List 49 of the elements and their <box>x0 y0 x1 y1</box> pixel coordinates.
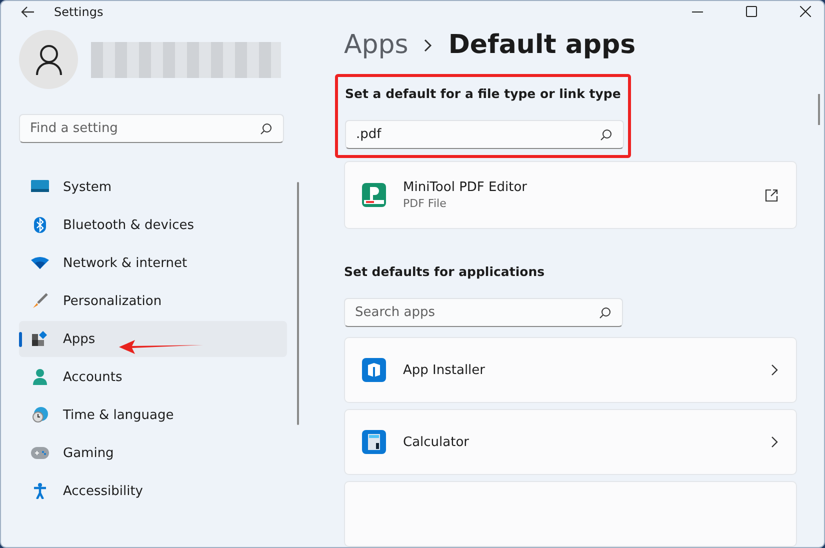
app-name: MiniTool PDF Editor <box>403 180 528 195</box>
globe-clock-icon <box>31 407 49 423</box>
bluetooth-icon <box>31 217 49 233</box>
app-name: App Installer <box>403 362 486 378</box>
sidebar-item[interactable]: System <box>19 169 287 205</box>
pdf-app-icon <box>362 183 386 207</box>
calculator-icon <box>362 430 386 454</box>
chevron-right-icon <box>771 436 778 448</box>
close-icon[interactable] <box>800 6 811 17</box>
search-icon <box>600 129 612 141</box>
minimize-icon[interactable] <box>692 10 703 12</box>
search-field[interactable]: Search apps <box>344 298 623 327</box>
sidebar-item[interactable]: Accessibility <box>19 473 287 509</box>
sidebar-item[interactable]: Apps <box>19 321 287 357</box>
sidebar-item[interactable]: Gaming <box>19 435 287 471</box>
selection-indicator <box>19 332 22 347</box>
gamepad-icon <box>31 447 49 459</box>
chevron-right-icon <box>424 38 432 52</box>
search-icon <box>260 123 272 135</box>
search-field[interactable]: Find a setting <box>19 114 284 143</box>
package-icon <box>362 358 386 382</box>
back-arrow-icon[interactable] <box>21 6 35 18</box>
accessibility-icon <box>31 483 49 499</box>
person-icon <box>34 44 62 76</box>
section-heading: Set a default for a file type or link type <box>345 86 621 101</box>
section-heading: Set defaults for applications <box>344 264 546 279</box>
app-name: Calculator <box>403 434 470 450</box>
maximize-icon[interactable] <box>746 6 757 17</box>
sidebar-item[interactable]: Personalization <box>19 283 287 319</box>
wifi-icon <box>31 257 49 269</box>
chevron-right-icon <box>771 364 778 376</box>
monitor-icon <box>31 180 49 194</box>
sidebar-item[interactable]: Network & internet <box>19 245 287 281</box>
paintbrush-icon <box>31 293 49 309</box>
sidebar-item[interactable]: Time & language <box>19 397 287 433</box>
window-title: Settings <box>54 4 104 18</box>
person-icon <box>31 369 49 385</box>
open-external-icon <box>765 188 778 202</box>
page-title: Default apps <box>448 30 636 60</box>
app-row[interactable]: App Installer <box>344 337 797 403</box>
file-type-label: PDF File <box>403 197 448 210</box>
sidebar-item[interactable]: Bluetooth & devices <box>19 207 287 243</box>
search-icon <box>599 307 611 319</box>
app-result-card[interactable]: MiniTool PDF Editor PDF File <box>344 161 797 229</box>
apps-icon <box>31 331 49 347</box>
breadcrumb-link[interactable]: Apps <box>344 30 408 60</box>
app-row[interactable]: Calculator <box>344 409 797 475</box>
file-type-field[interactable]: .pdf <box>345 120 624 149</box>
sidebar-item[interactable]: Accounts <box>19 359 287 395</box>
